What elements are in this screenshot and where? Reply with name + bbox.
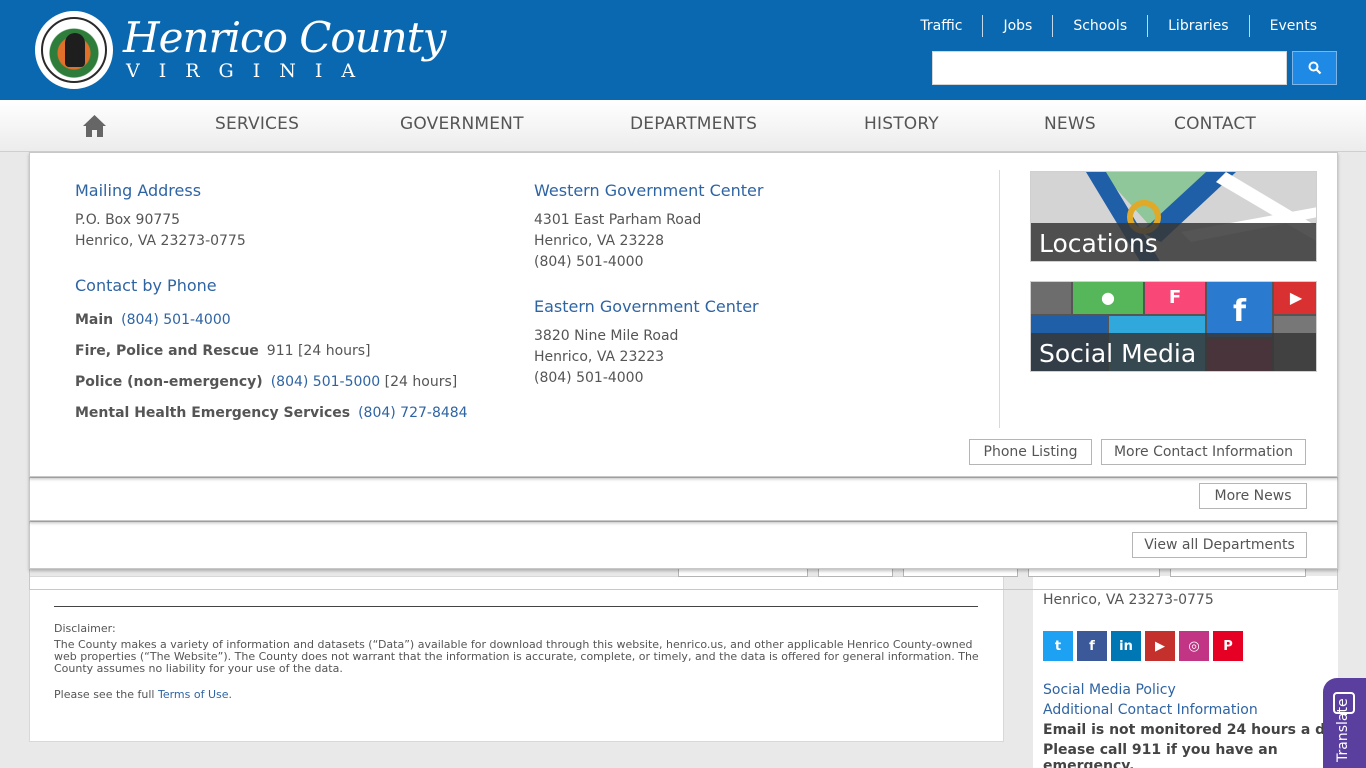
search-icon (1308, 61, 1321, 75)
terms-suffix: . (228, 688, 233, 701)
phone-row-fire-police: Fire, Police and Rescue 911 [24 hours] (75, 343, 371, 359)
phone-row-main: Main (804) 501-4000 (75, 312, 231, 328)
sidebar-address: Henrico, VA 23273-0775 (1043, 592, 1214, 608)
contact-by-phone-heading: Contact by Phone (75, 276, 217, 295)
utility-links: Traffic Jobs Schools Libraries Events (900, 15, 1337, 37)
county-seal-logo[interactable] (33, 9, 115, 91)
western-phone-link[interactable]: (804) 501-4000 (534, 254, 644, 270)
locations-label: Locations (1039, 229, 1158, 258)
foursquare-icon: F (1145, 282, 1205, 314)
site-header: Henrico County VIRGINIA Traffic Jobs Sch… (0, 0, 1366, 100)
toplink-jobs[interactable]: Jobs (982, 15, 1052, 37)
terms-prefix: Please see the full (54, 688, 158, 701)
call-note: Please call 911 if you have an emergency… (1043, 742, 1278, 768)
nav-government[interactable]: GOVERNMENT (400, 114, 524, 134)
eastern-line1: 3820 Nine Mile Road (534, 328, 679, 344)
facebook-tile-icon: f (1207, 282, 1272, 337)
nav-departments[interactable]: DEPARTMENTS (630, 114, 757, 134)
instagram-icon[interactable]: ◎ (1179, 631, 1209, 661)
phone-note: [24 hours] (297, 343, 371, 359)
toplink-libraries[interactable]: Libraries (1147, 15, 1248, 37)
footer-divider (54, 606, 978, 607)
linkedin-icon[interactable]: in (1111, 631, 1141, 661)
social-icons: t f in ▶ ◎ P (1043, 631, 1243, 661)
twitter-icon[interactable]: t (1043, 631, 1073, 661)
western-center-heading: Western Government Center (534, 181, 764, 200)
terms-line: Please see the full Terms of Use. (54, 688, 232, 701)
seal-figure (65, 33, 85, 67)
disclaimer-label: Disclaimer: (54, 622, 116, 635)
news-panel: More News (29, 477, 1338, 521)
phone-label: Mental Health Emergency Services (75, 405, 351, 421)
youtube-icon[interactable]: ▶ (1145, 631, 1175, 661)
locations-tile[interactable]: Locations (1030, 171, 1317, 262)
eastern-center-heading: Eastern Government Center (534, 297, 759, 316)
additional-contact-link[interactable]: Additional Contact Information (1043, 702, 1258, 718)
mailing-line1: P.O. Box 90775 (75, 212, 181, 228)
nav-history[interactable]: HISTORY (864, 114, 939, 134)
phone-number-link[interactable]: (804) 501-4000 (121, 312, 231, 328)
more-contact-information-button[interactable]: More Contact Information (1101, 439, 1306, 465)
services-panel-edge (29, 567, 1338, 590)
phone-label: Police (non-emergency) (75, 374, 263, 390)
view-all-departments-button[interactable]: View all Departments (1132, 532, 1307, 558)
email-note: Email is not monitored 24 hours a day. (1043, 722, 1348, 738)
phone-number-link[interactable]: (804) 501-5000 (271, 374, 381, 390)
western-line1: 4301 East Parham Road (534, 212, 702, 228)
phone-label: Main (75, 312, 114, 328)
mailing-address-heading: Mailing Address (75, 181, 202, 200)
translate-widget[interactable]: Translate (1323, 678, 1366, 768)
phone-listing-button[interactable]: Phone Listing (969, 439, 1092, 465)
disclaimer-text: The County makes a variety of informatio… (54, 638, 979, 675)
departments-panel: View all Departments (29, 521, 1338, 569)
social-media-policy-link[interactable]: Social Media Policy (1043, 682, 1176, 698)
nav-services[interactable]: SERVICES (215, 114, 299, 134)
phone-row-mental-health: Mental Health Emergency Services (804) 72… (75, 405, 468, 421)
mailing-line2: Henrico, VA 23273-0775 (75, 233, 246, 249)
translate-label: Translate (1335, 698, 1351, 762)
nav-home[interactable] (82, 113, 107, 142)
brand-title[interactable]: Henrico County (123, 16, 446, 60)
phone-label: Fire, Police and Rescue (75, 343, 259, 359)
toplink-events[interactable]: Events (1248, 15, 1337, 37)
toplink-traffic[interactable]: Traffic (900, 15, 982, 37)
phone-row-police-nonemergency: Police (non-emergency) (804) 501-5000 [24… (75, 374, 457, 390)
search-input[interactable] (932, 51, 1287, 85)
social-media-label: Social Media (1039, 339, 1197, 368)
terms-of-use-link[interactable]: Terms of Use (158, 688, 229, 701)
social-media-tile[interactable]: ● F f ▶ Social Media (1030, 281, 1317, 372)
phone-number: 911 (266, 343, 294, 359)
main-nav: SERVICES GOVERNMENT DEPARTMENTS HISTORY … (0, 100, 1366, 152)
toplink-schools[interactable]: Schools (1052, 15, 1147, 37)
globe-icon: ● (1073, 282, 1143, 314)
phone-number-link[interactable]: (804) 727-8484 (358, 405, 468, 421)
search-button[interactable] (1292, 51, 1337, 85)
pinterest-icon[interactable]: P (1213, 631, 1243, 661)
home-icon (83, 115, 106, 137)
panel-divider (999, 170, 1000, 428)
more-news-button[interactable]: More News (1199, 483, 1307, 509)
seal-emblem (41, 17, 107, 83)
tile-grey-block (1031, 282, 1071, 314)
brand-subtitle: VIRGINIA (126, 60, 375, 82)
eastern-phone-link[interactable]: (804) 501-4000 (534, 370, 644, 386)
eastern-line2: Henrico, VA 23223 (534, 349, 665, 365)
phone-note: [24 hours] (384, 374, 458, 390)
western-line2: Henrico, VA 23228 (534, 233, 665, 249)
youtube-tile-icon: ▶ (1274, 282, 1316, 314)
facebook-icon[interactable]: f (1077, 631, 1107, 661)
nav-news[interactable]: NEWS (1044, 114, 1096, 134)
nav-contact[interactable]: CONTACT (1174, 114, 1256, 134)
